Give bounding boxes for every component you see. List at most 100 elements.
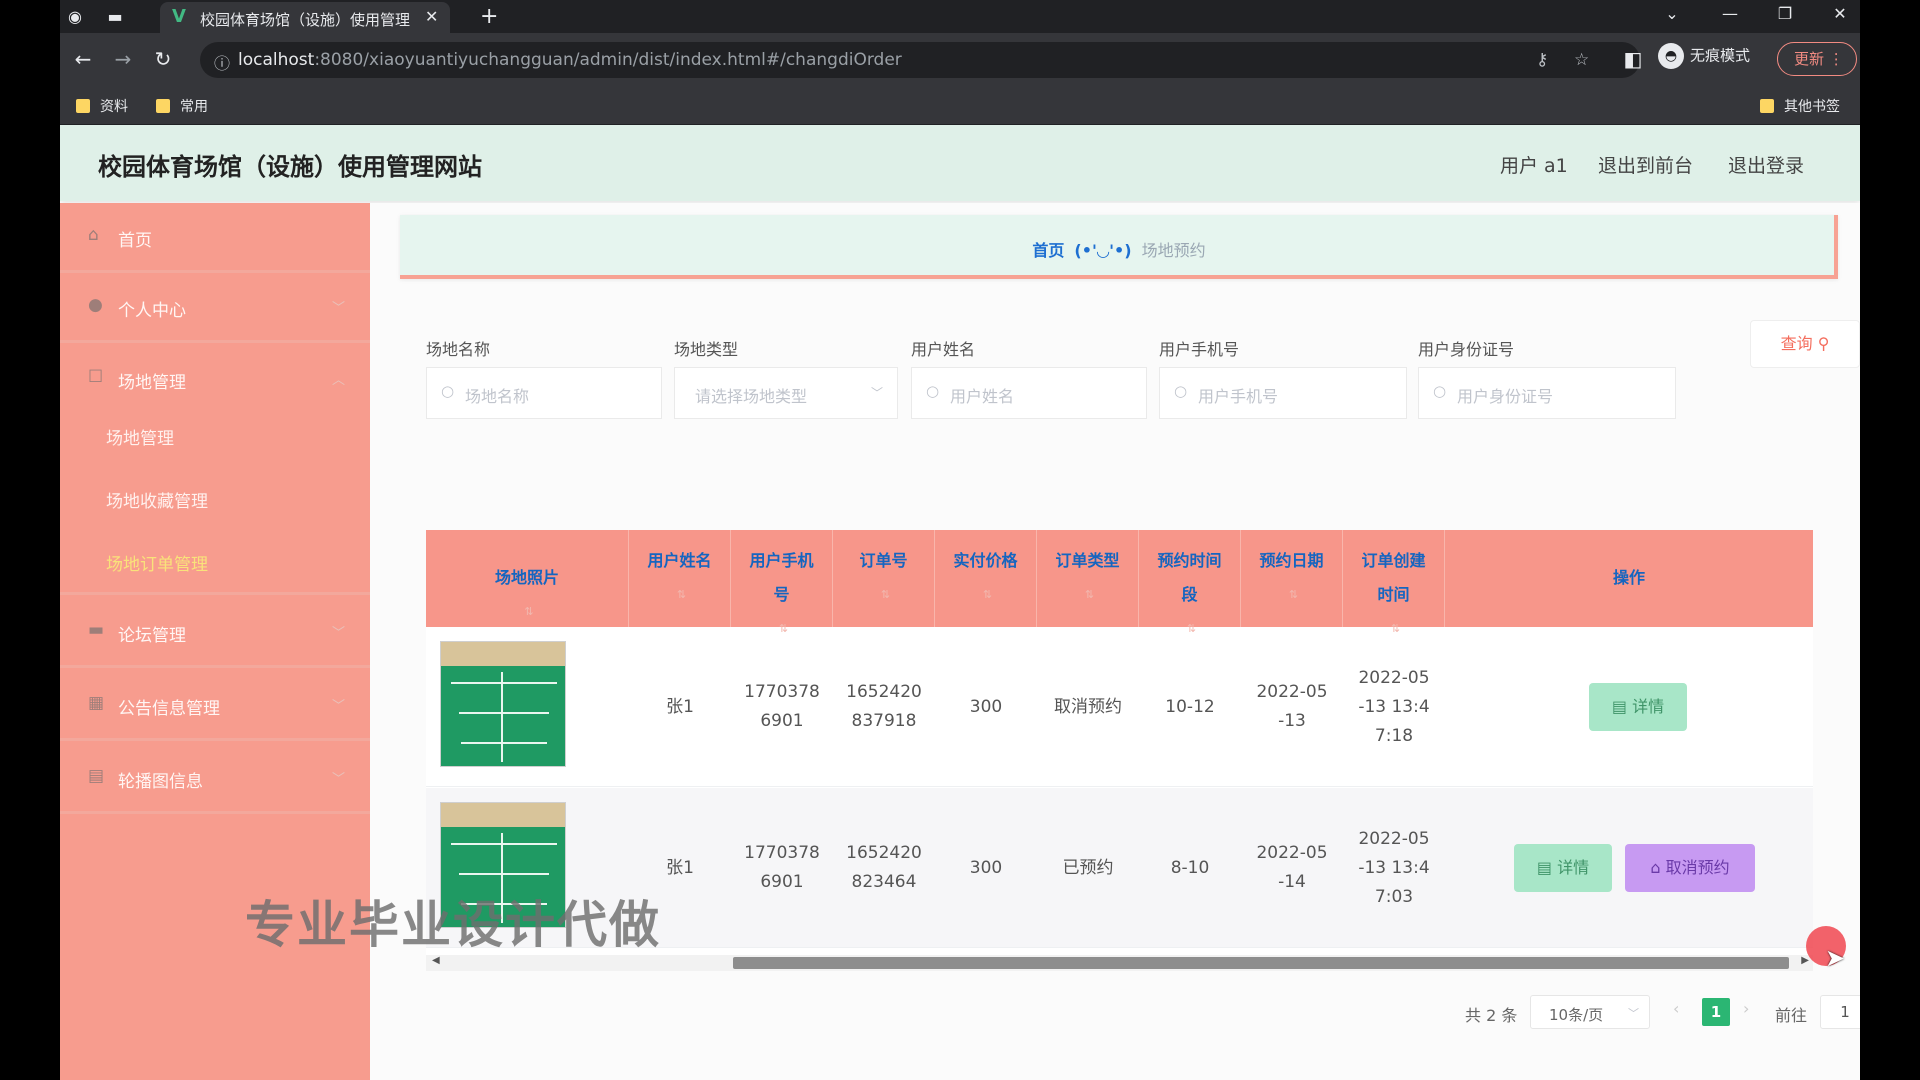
col-photo[interactable]: 场地照片 ⇅ [426,530,629,627]
incognito-icon: ◓ [1658,43,1684,69]
next-page-icon[interactable]: › [1743,999,1749,1018]
id-card-input[interactable]: ○ 用户身份证号 [1418,367,1676,419]
browser-window: ◉ ▬ V 校园体育场馆（设施）使用管理 ✕ + ⌄ — ❐ ✕ ← → ↻ ⓘ… [60,0,1860,125]
sidebar-subitem-collect[interactable]: 场地收藏管理 [106,487,208,512]
restore-icon[interactable]: ❐ [1770,4,1800,23]
logout-link[interactable]: 退出登录 [1728,151,1804,178]
sort-icon[interactable]: ⇅ [837,578,934,612]
col-phone[interactable]: 用户手机号 ⇅ [731,530,833,635]
col-phone-label-2: 号 [773,585,790,604]
bookmark-star-icon[interactable]: ☆ [1574,50,1589,70]
site-info-icon[interactable]: ⓘ [214,50,230,74]
detail-button[interactable]: ▤ 详情 [1514,844,1612,892]
created-line3: 7:18 [1374,726,1414,746]
key-icon[interactable]: ⚷ [1536,50,1548,70]
sidebar-item-notice[interactable]: ▦ 公告信息管理 ﹀ [60,671,370,741]
actions-cell: ▤ 详情 ⌂ 取消预约 [1445,788,1813,948]
sidebar-item-venue-mgmt[interactable]: ☐ 场地管理 ︿ 场地管理 场地收藏管理 场地订单管理 [60,345,370,595]
back-icon[interactable]: ← [70,47,96,71]
venue-type-select[interactable]: 请选择场地类型 ﹀ [674,367,898,419]
new-tab-icon[interactable]: + [480,4,498,29]
other-bookmarks[interactable]: 其他书签 [1760,96,1840,116]
col-created-time[interactable]: 订单创建 时间 ⇅ [1343,530,1445,635]
sidebar-item-home[interactable]: ⌂ 首页 [60,203,370,273]
side-panel-icon[interactable]: ◧ [1620,47,1646,71]
col-time-slot-label-2: 段 [1181,585,1198,604]
chevron-down-icon: ﹀ [332,301,346,316]
table-row: 张1 1770378 6901 1652420 837918 300 取消预约 [426,627,1813,787]
detail-label: 详情 [1557,858,1590,877]
user-name-placeholder: 用户姓名 [950,387,1015,406]
id-card-label: 用户身份证号 [1418,340,1515,359]
col-order-no[interactable]: 订单号 ⇅ [833,530,935,627]
browser-tab[interactable]: V 校园体育场馆（设施）使用管理 ✕ [160,2,450,33]
browser-titlebar: ◉ ▬ V 校园体育场馆（设施）使用管理 ✕ + ⌄ — ❐ ✕ [60,0,1860,33]
price-value: 300 [969,697,1003,717]
col-date[interactable]: 预约日期 ⇅ [1241,530,1343,627]
url-path: :8080/xiaoyuantiyuchangguan/admin/dist/i… [314,50,902,70]
detail-button[interactable]: ▤ 详情 [1589,683,1687,731]
update-label: 更新 [1794,50,1825,68]
venue-name-placeholder: 场地名称 [465,387,530,406]
total-count: 共 2 条 [1465,1006,1518,1025]
sort-icon[interactable]: ⇅ [939,578,1036,612]
user-name-value: 张1 [666,697,694,717]
tab-strip-icon[interactable]: ▬ [104,6,126,28]
document-icon: ☐ [88,367,104,387]
sort-icon[interactable]: ⇅ [430,595,628,629]
prev-page-icon[interactable]: ‹ [1673,999,1679,1018]
bookmark-folder-changyong[interactable]: 常用 [156,96,208,116]
sort-icon[interactable]: ⇅ [633,578,730,612]
sidebar-subitem-order[interactable]: 场地订单管理 [106,550,208,575]
goto-page-input[interactable]: 1 [1820,995,1860,1029]
tab-search-icon[interactable]: ⌄ [1657,4,1687,23]
back-to-front-link[interactable]: 退出到前台 [1598,151,1693,178]
address-url[interactable]: localhost:8080/xiaoyuantiyuchangguan/adm… [238,50,902,70]
col-user-name[interactable]: 用户姓名 ⇅ [629,530,731,627]
breadcrumb-separator: (•'◡'•) [1074,241,1132,260]
tab-close-icon[interactable]: ✕ [425,7,438,26]
address-bar[interactable]: ⓘ localhost:8080/xiaoyuantiyuchangguan/a… [200,42,1640,78]
update-button[interactable]: 更新 ⋮ [1777,42,1857,76]
current-user: 用户 a1 [1500,155,1568,177]
col-time-slot[interactable]: 预约时间段 ⇅ [1139,530,1241,635]
col-time-slot-label-1: 预约时间 [1157,551,1222,570]
scroll-right-icon[interactable]: ▶ [1801,955,1809,966]
sort-icon[interactable]: ⇅ [1245,578,1342,612]
lock-icon: ⌂ [1650,858,1661,877]
browser-menu-icon[interactable]: ◉ [64,6,86,28]
bookmark-folder-ziliao[interactable]: 资料 [76,96,128,116]
user-name-input[interactable]: ○ 用户姓名 [911,367,1147,419]
folder-icon [1760,99,1774,113]
col-order-type[interactable]: 订单类型 ⇅ [1037,530,1139,627]
breadcrumb-home[interactable]: 首页 [1032,241,1064,260]
page-size-select[interactable]: 10条/页 ﹀ [1530,995,1650,1029]
phone-input[interactable]: ○ 用户手机号 [1159,367,1407,419]
home-icon: ⌂ [88,225,99,245]
reload-icon[interactable]: ↻ [150,47,176,71]
sidebar-item-personal[interactable]: ● 个人中心 ﹀ [60,273,370,343]
sidebar-item-forum[interactable]: ▬ 论坛管理 ﹀ [60,598,370,668]
col-price[interactable]: 实付价格 ⇅ [935,530,1037,627]
table-horizontal-scrollbar[interactable]: ◀ ▶ [426,955,1813,971]
sidebar-item-carousel[interactable]: ▤ 轮播图信息 ﹀ [60,744,370,814]
query-button-label: 查询 [1780,334,1813,353]
venue-name-input[interactable]: ○ 场地名称 [426,367,662,419]
sort-icon[interactable]: ⇅ [1041,578,1138,612]
order-no-line2: 837918 [851,711,917,731]
date-line1: 2022-05 [1256,682,1328,702]
sidebar-subitem-venue[interactable]: 场地管理 [106,424,174,449]
query-button[interactable]: 查询 ⚲ [1750,320,1860,368]
scrollbar-thumb[interactable] [733,957,1789,969]
detail-label: 详情 [1632,697,1665,716]
list-icon: ▤ [88,766,105,786]
minimize-icon[interactable]: — [1715,4,1745,23]
cancel-booking-button[interactable]: ⌂ 取消预约 [1625,844,1755,892]
date-cell: 2022-05 -13 [1241,627,1343,787]
sidebar-item-label: 首页 [118,231,152,251]
page-number-current[interactable]: 1 [1702,998,1730,1026]
forward-icon[interactable]: → [110,47,136,71]
venue-photo[interactable] [440,641,566,767]
incognito-indicator[interactable]: ◓ 无痕模式 [1658,43,1750,77]
close-window-icon[interactable]: ✕ [1825,4,1855,23]
